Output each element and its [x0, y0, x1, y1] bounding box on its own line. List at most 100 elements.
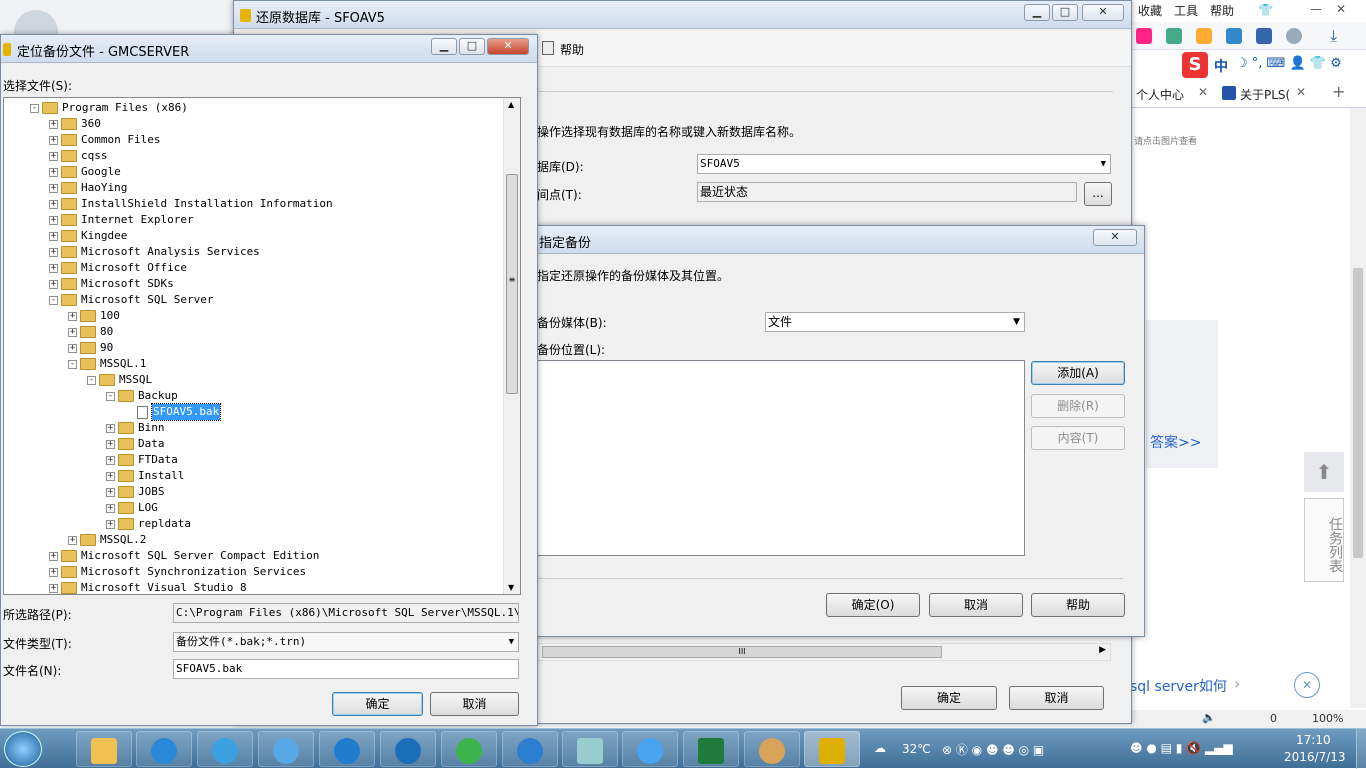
ie-taskbar-button[interactable] — [319, 731, 375, 767]
tab-close-icon[interactable]: ✕ — [1296, 85, 1306, 99]
minimize-button[interactable]: ▁ — [1024, 4, 1050, 21]
file-tree[interactable]: - Program Files (x86) +360 + Common Files + cq… — [3, 97, 521, 595]
expand-icon[interactable]: + — [49, 199, 58, 209]
tree-folder-item[interactable]: + Microsoft Office — [49, 260, 187, 276]
bird-taskbar-button[interactable] — [258, 731, 314, 767]
minimize-button[interactable]: ▁ — [431, 38, 457, 55]
specify-cancel-button[interactable]: 取消 — [929, 593, 1023, 617]
point-in-time-field[interactable]: 最近状态 — [697, 182, 1077, 202]
tree-folder-item[interactable]: + Internet Explorer — [49, 212, 194, 228]
notepad-taskbar-button[interactable] — [562, 731, 618, 767]
expand-icon[interactable]: + — [106, 439, 115, 449]
minimize-icon[interactable]: — — [1310, 2, 1322, 16]
menu-help[interactable]: 帮助 — [560, 41, 584, 58]
ime-tools-icons[interactable]: ☽ °, ⌨ 👤 👕 ⚙ — [1236, 56, 1342, 71]
tree-folder-item[interactable]: - Microsoft SQL Server — [49, 292, 213, 308]
tree-folder-item[interactable]: + Install — [106, 468, 184, 484]
browser-menu-help[interactable]: 帮助 — [1210, 2, 1234, 19]
tree-folder-item[interactable]: + FTData — [106, 452, 178, 468]
tab-about-pls[interactable]: 关于PLS( — [1240, 86, 1290, 108]
collapse-icon[interactable]: - — [30, 103, 39, 113]
scroll-top-button[interactable]: ⬆ — [1304, 452, 1344, 492]
answer-link[interactable]: 答案>> — [1150, 432, 1201, 452]
remove-button[interactable]: 删除(R) — [1031, 394, 1125, 418]
contents-button[interactable]: 内容(T) — [1031, 426, 1125, 450]
download-icon[interactable]: ⤓ — [1330, 26, 1337, 46]
sql-server-taskbar-button[interactable] — [804, 731, 860, 767]
browser-menu-tools[interactable]: 工具 — [1174, 2, 1198, 19]
excel-taskbar-button[interactable] — [683, 731, 739, 767]
collapse-icon[interactable]: - — [49, 295, 58, 305]
explorer-taskbar-button[interactable] — [76, 731, 132, 767]
search-icon[interactable] — [1226, 28, 1242, 44]
expand-icon[interactable]: + — [49, 231, 58, 241]
close-button[interactable]: ✕ — [487, 38, 529, 55]
tree-folder-item[interactable]: + LOG — [106, 500, 158, 516]
browser-menu-favorites[interactable]: 收藏 — [1138, 2, 1162, 19]
tree-folder-item[interactable]: + Microsoft SDKs — [49, 276, 174, 292]
show-desktop-button[interactable] — [1356, 729, 1366, 769]
wechat-taskbar-button[interactable] — [441, 731, 497, 767]
backup-media-combo[interactable]: 文件 ▼ — [765, 312, 1025, 332]
tree-folder-item[interactable]: + MSSQL.2 — [68, 532, 146, 548]
kingdee-taskbar-button[interactable] — [380, 731, 436, 767]
tree-folder-item[interactable]: + repldata — [106, 516, 191, 532]
expand-icon[interactable]: + — [106, 487, 115, 497]
tree-folder-item[interactable]: + Binn — [106, 420, 165, 436]
key-icon[interactable] — [1196, 28, 1212, 44]
expand-icon[interactable]: + — [49, 183, 58, 193]
addon-icon[interactable] — [1136, 28, 1152, 44]
expand-icon[interactable]: + — [49, 215, 58, 225]
shield-icon[interactable] — [1256, 28, 1272, 44]
expand-icon[interactable]: + — [106, 471, 115, 481]
tree-folder-item[interactable]: + Microsoft Visual Studio 8 — [49, 580, 247, 594]
shirt-icon[interactable]: 👕 — [1258, 3, 1273, 17]
target-db-combo[interactable]: SFOAV5 ▼ — [697, 154, 1111, 174]
close-button[interactable]: ✕ — [1093, 229, 1137, 246]
add-button[interactable]: 添加(A) — [1031, 361, 1125, 385]
addon-icon[interactable] — [1166, 28, 1182, 44]
expand-icon[interactable]: + — [49, 567, 58, 577]
expand-icon[interactable]: + — [106, 423, 115, 433]
tree-folder-item[interactable]: + HaoYing — [49, 180, 127, 196]
expand-icon[interactable]: + — [68, 535, 77, 545]
qq-taskbar-button[interactable] — [622, 731, 678, 767]
close-circle-icon[interactable]: ✕ — [1294, 672, 1320, 698]
chevron-right-icon[interactable]: › — [1234, 674, 1240, 693]
expand-icon[interactable]: + — [49, 279, 58, 289]
help-icon[interactable] — [542, 41, 554, 55]
tree-folder-item[interactable]: + Microsoft Synchronization Services — [49, 564, 306, 580]
maximize-button[interactable]: □ — [1052, 4, 1078, 21]
expand-icon[interactable]: + — [68, 311, 77, 321]
tree-file-item[interactable]: SFOAV5.bak — [125, 403, 222, 421]
expand-icon[interactable]: + — [106, 519, 115, 529]
tray-icons[interactable]: ⊗ Ⓚ ◉ ☻ ☻ ◎ ▣ — [942, 741, 1044, 758]
specify-ok-button[interactable]: 确定(O) — [826, 593, 920, 617]
cloud-taskbar-button[interactable] — [197, 731, 253, 767]
tree-folder-item[interactable]: +100 — [68, 308, 120, 324]
file-name-field[interactable]: SFOAV5.bak — [173, 659, 519, 679]
restore-cancel-button[interactable]: 取消 — [1009, 686, 1104, 710]
backup-location-list[interactable] — [537, 360, 1025, 556]
expand-icon[interactable]: + — [49, 583, 58, 593]
tree-folder-item[interactable]: +360 — [49, 116, 101, 132]
locate-ok-button[interactable]: 确定 — [332, 692, 423, 716]
expand-icon[interactable]: + — [49, 247, 58, 257]
tree-folder-item[interactable]: + InstallShield Installation Information — [49, 196, 333, 212]
tree-folder-item[interactable]: + Microsoft Analysis Services — [49, 244, 260, 260]
expand-icon[interactable]: + — [68, 327, 77, 337]
file-type-combo[interactable]: 备份文件(*.bak;*.trn) ▼ — [173, 632, 519, 652]
ime-chinese-mode[interactable]: 中 — [1214, 56, 1228, 76]
tab-close-icon[interactable]: ✕ — [1198, 85, 1208, 99]
tree-folder-item[interactable]: + cqss — [49, 148, 108, 164]
locate-cancel-button[interactable]: 取消 — [430, 692, 519, 716]
tree-folder-item[interactable]: + Common Files — [49, 132, 160, 148]
expand-icon[interactable]: + — [49, 551, 58, 561]
tree-folder-item[interactable]: - Program Files (x86) — [30, 100, 188, 116]
expand-icon[interactable]: + — [106, 455, 115, 465]
expand-icon[interactable]: + — [49, 263, 58, 273]
tab-personal-center[interactable]: 个人中心 — [1136, 86, 1184, 108]
expand-icon[interactable]: + — [68, 343, 77, 353]
collapse-icon[interactable]: - — [106, 391, 115, 401]
expand-icon[interactable]: + — [49, 119, 58, 129]
